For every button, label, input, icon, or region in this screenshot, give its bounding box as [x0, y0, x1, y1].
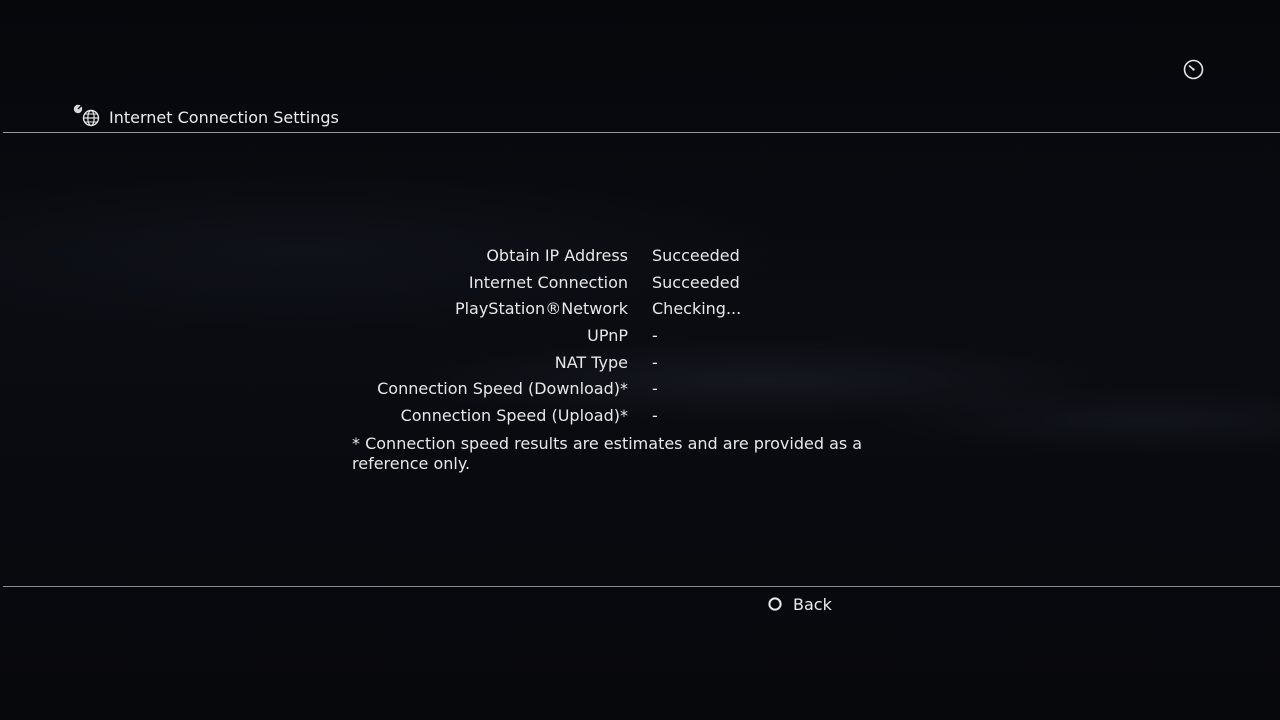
result-row-upnp: UPnP - — [300, 326, 940, 353]
result-label: Internet Connection — [468, 272, 628, 292]
result-value: Succeeded — [652, 246, 740, 265]
result-label: Connection Speed (Download)* — [377, 379, 628, 399]
result-row-download-speed: Connection Speed (Download)* - — [300, 379, 940, 406]
result-value: - — [652, 406, 658, 426]
speed-footnote: * Connection speed results are estimates… — [352, 434, 863, 473]
result-row-psn: PlayStation®Network Checking... — [300, 299, 940, 326]
result-row-nat-type: NAT Type - — [300, 353, 940, 380]
result-value: Checking... — [652, 299, 742, 319]
result-value: - — [652, 326, 658, 346]
result-row-upload-speed: Connection Speed (Upload)* - — [300, 406, 940, 433]
page-header: Internet Connection Settings — [0, 100, 1280, 134]
result-value: - — [652, 352, 658, 372]
result-label: Connection Speed (Upload)* — [400, 406, 628, 426]
result-label: Obtain IP Address — [486, 246, 628, 265]
back-label: Back — [793, 595, 832, 614]
footer-divider — [3, 586, 1280, 587]
network-settings-icon — [73, 104, 100, 127]
result-label: UPnP — [587, 326, 628, 346]
result-value: Succeeded — [652, 272, 740, 292]
connection-test-results: Obtain IP Address Succeeded Internet Con… — [300, 246, 940, 433]
result-label: PlayStation®Network — [454, 299, 628, 319]
result-label: NAT Type — [554, 352, 628, 372]
result-value: - — [652, 379, 658, 399]
clock-icon — [1183, 59, 1204, 80]
result-row-obtain-ip: Obtain IP Address Succeeded — [300, 246, 940, 273]
page-title: Internet Connection Settings — [109, 108, 339, 127]
circle-button-icon — [768, 597, 782, 611]
result-row-internet-connection: Internet Connection Succeeded — [300, 273, 940, 300]
header-divider — [3, 132, 1280, 133]
